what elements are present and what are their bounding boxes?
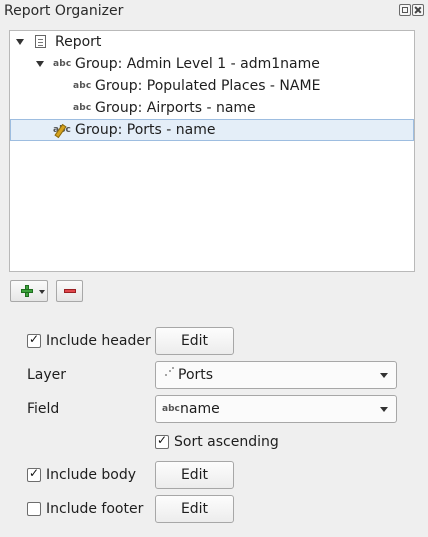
- edit-footer-button[interactable]: Edit: [155, 495, 234, 523]
- tree-item-ports[interactable]: abc Group: Ports - name: [10, 119, 414, 141]
- report-document-icon: [35, 35, 46, 48]
- field-select-value: name: [180, 401, 220, 417]
- include-header-label: Include header: [46, 333, 151, 349]
- include-body-checkbox[interactable]: [27, 466, 41, 482]
- expand-arrow-icon[interactable]: [16, 39, 24, 45]
- remove-section-button[interactable]: [56, 280, 83, 302]
- include-body-label: Include body: [46, 467, 137, 483]
- report-tree[interactable]: Report abc Group: Admin Level 1 - adm1na…: [9, 30, 415, 272]
- add-section-button[interactable]: [10, 280, 48, 302]
- float-icon[interactable]: [399, 4, 411, 16]
- abc-field-icon: abc: [73, 103, 92, 113]
- abc-field-icon: abc: [162, 404, 180, 414]
- include-footer-label: Include footer: [46, 501, 144, 517]
- expand-arrow-icon[interactable]: [36, 61, 44, 67]
- sort-ascending-checkbox[interactable]: [155, 433, 169, 449]
- tree-item-admin-level[interactable]: abc Group: Admin Level 1 - adm1name: [10, 53, 414, 75]
- chevron-down-icon: [39, 290, 45, 294]
- chevron-down-icon: [380, 407, 388, 412]
- abc-edit-icon: abc: [53, 120, 71, 140]
- field-label: Field: [27, 401, 60, 417]
- remove-section-icon: [64, 289, 76, 293]
- tree-item-label: Group: Ports - name: [75, 122, 216, 138]
- tree-item-populated-places[interactable]: abc Group: Populated Places - NAME: [10, 75, 414, 97]
- close-icon[interactable]: [412, 4, 424, 16]
- edit-body-button[interactable]: Edit: [155, 461, 234, 489]
- tree-item-label: Group: Admin Level 1 - adm1name: [75, 56, 320, 72]
- edit-header-button[interactable]: Edit: [155, 327, 234, 355]
- tree-item-label: Group: Populated Places - NAME: [95, 78, 321, 94]
- tree-item-report[interactable]: Report: [10, 31, 414, 53]
- tree-item-label: Report: [55, 34, 102, 50]
- add-section-icon: [21, 285, 33, 297]
- abc-field-icon: abc: [73, 81, 92, 91]
- sort-ascending-label: Sort ascending: [174, 434, 279, 450]
- field-select[interactable]: abc name: [155, 395, 397, 423]
- abc-field-icon: abc: [53, 59, 72, 69]
- layer-select-value: Ports: [178, 367, 214, 383]
- tree-item-airports[interactable]: abc Group: Airports - name: [10, 97, 414, 119]
- tree-item-label: Group: Airports - name: [95, 100, 256, 116]
- layer-label: Layer: [27, 367, 67, 383]
- chevron-down-icon: [380, 373, 388, 378]
- include-header-checkbox[interactable]: [27, 332, 41, 348]
- point-layer-icon: [164, 367, 174, 377]
- include-footer-checkbox[interactable]: [27, 502, 41, 516]
- panel-title: Report Organizer: [4, 3, 124, 19]
- layer-select[interactable]: Ports: [155, 361, 397, 389]
